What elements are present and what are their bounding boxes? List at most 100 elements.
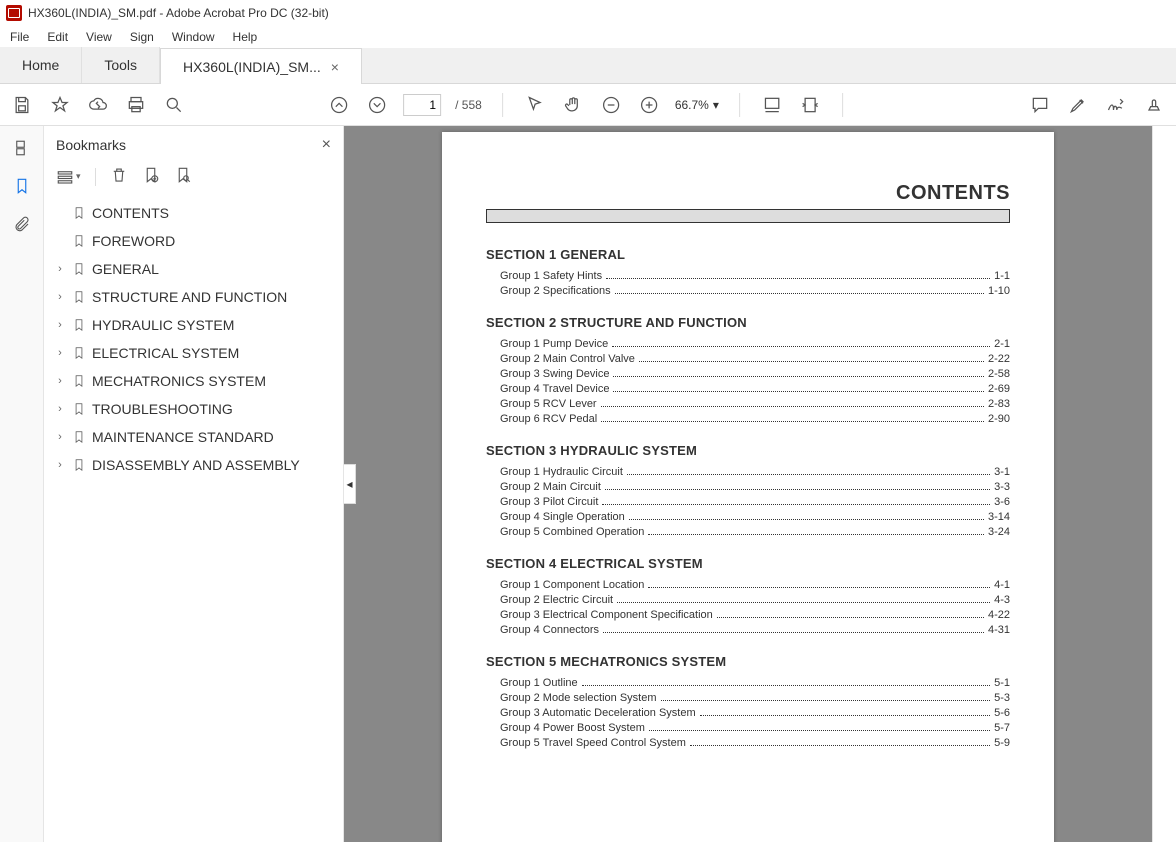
tab-close-icon[interactable]: × bbox=[331, 59, 339, 75]
toc-row: Group 2 Mode selection System5-3 bbox=[500, 692, 1010, 704]
toc-page: 4-22 bbox=[988, 609, 1010, 621]
sign-icon[interactable] bbox=[1104, 93, 1128, 117]
toc-row: Group 3 Swing Device2-58 bbox=[500, 368, 1010, 380]
find-bookmark-icon[interactable] bbox=[174, 166, 192, 187]
attachments-panel-icon[interactable] bbox=[12, 214, 32, 234]
expand-icon[interactable]: › bbox=[54, 263, 66, 275]
bookmark-item[interactable]: ›GENERAL bbox=[52, 255, 335, 283]
selection-tool-icon[interactable] bbox=[523, 93, 547, 117]
bookmark-item[interactable]: ›ELECTRICAL SYSTEM bbox=[52, 339, 335, 367]
thumbnails-panel-icon[interactable] bbox=[12, 138, 32, 158]
zoom-out-icon[interactable] bbox=[599, 93, 623, 117]
pdf-app-icon bbox=[6, 5, 22, 21]
bookmark-icon bbox=[72, 457, 86, 473]
toc-row: Group 4 Connectors4-31 bbox=[500, 624, 1010, 636]
toc-page: 1-10 bbox=[988, 285, 1010, 297]
toc-page: 5-9 bbox=[994, 737, 1010, 749]
page-number-input[interactable] bbox=[403, 94, 441, 116]
search-icon[interactable] bbox=[162, 93, 186, 117]
bookmark-icon bbox=[72, 289, 86, 305]
expand-icon[interactable]: › bbox=[54, 291, 66, 303]
bookmark-options-icon[interactable]: ▾ bbox=[56, 168, 81, 186]
fit-page-icon[interactable] bbox=[798, 93, 822, 117]
section-title: SECTION 4 ELECTRICAL SYSTEM bbox=[486, 556, 1010, 571]
page-up-icon[interactable] bbox=[327, 93, 351, 117]
bookmark-item[interactable]: CONTENTS bbox=[52, 199, 335, 227]
delete-bookmark-icon[interactable] bbox=[110, 166, 128, 187]
expand-icon[interactable]: › bbox=[54, 459, 66, 471]
expand-icon[interactable]: › bbox=[54, 319, 66, 331]
right-tools-strip[interactable] bbox=[1152, 126, 1176, 842]
toc-leader bbox=[629, 519, 984, 520]
tab-tools[interactable]: Tools bbox=[82, 47, 160, 83]
bookmark-icon bbox=[72, 345, 86, 361]
expand-icon[interactable]: › bbox=[54, 375, 66, 387]
document-view[interactable]: CONTENTS SECTION 1 GENERALGroup 1 Safety… bbox=[344, 126, 1152, 842]
bookmark-item[interactable]: ›HYDRAULIC SYSTEM bbox=[52, 311, 335, 339]
new-bookmark-icon[interactable] bbox=[142, 166, 160, 187]
bookmark-item[interactable]: ›DISASSEMBLY AND ASSEMBLY bbox=[52, 451, 335, 479]
toc-row: Group 5 Combined Operation3-24 bbox=[500, 526, 1010, 538]
left-rail bbox=[0, 126, 44, 842]
fit-width-icon[interactable] bbox=[760, 93, 784, 117]
toc-row: Group 2 Specifications1-10 bbox=[500, 285, 1010, 297]
expand-icon[interactable]: › bbox=[54, 403, 66, 415]
bookmark-item[interactable]: › MAINTENANCE STANDARD bbox=[52, 423, 335, 451]
expand-icon[interactable]: › bbox=[54, 347, 66, 359]
cloud-sync-icon[interactable] bbox=[86, 93, 110, 117]
toc-leader bbox=[648, 534, 984, 535]
toc-leader bbox=[612, 346, 990, 347]
menu-view[interactable]: View bbox=[86, 30, 112, 44]
chevron-down-icon: ▾ bbox=[713, 98, 719, 112]
doc-contents-bar bbox=[486, 209, 1010, 223]
tabbar: Home Tools HX360L(INDIA)_SM... × bbox=[0, 48, 1176, 84]
toc-row: Group 3 Automatic Deceleration System5-6 bbox=[500, 707, 1010, 719]
bookmark-item[interactable]: ›TROUBLESHOOTING bbox=[52, 395, 335, 423]
save-icon[interactable] bbox=[10, 93, 34, 117]
page-down-icon[interactable] bbox=[365, 93, 389, 117]
tab-home[interactable]: Home bbox=[0, 47, 82, 83]
toc-leader bbox=[700, 715, 990, 716]
comment-icon[interactable] bbox=[1028, 93, 1052, 117]
toc-page: 3-3 bbox=[994, 481, 1010, 493]
print-icon[interactable] bbox=[124, 93, 148, 117]
panel-collapse-handle[interactable]: ◂ bbox=[344, 464, 356, 504]
highlight-icon[interactable] bbox=[1066, 93, 1090, 117]
toc-leader bbox=[603, 632, 984, 633]
toc-row: Group 1 Component Location4-1 bbox=[500, 579, 1010, 591]
star-icon[interactable] bbox=[48, 93, 72, 117]
zoom-select[interactable]: 66.7%▾ bbox=[675, 98, 719, 112]
toc-label: Group 4 Power Boost System bbox=[500, 722, 645, 734]
menu-edit[interactable]: Edit bbox=[47, 30, 68, 44]
bookmark-label: MECHATRONICS SYSTEM bbox=[92, 373, 266, 389]
bookmarks-tree[interactable]: CONTENTSFOREWORD›GENERAL›STRUCTURE AND F… bbox=[44, 195, 343, 483]
menu-sign[interactable]: Sign bbox=[130, 30, 154, 44]
hand-tool-icon[interactable] bbox=[561, 93, 585, 117]
menubar: File Edit View Sign Window Help bbox=[0, 26, 1176, 48]
toc-leader bbox=[661, 700, 991, 701]
zoom-in-icon[interactable] bbox=[637, 93, 661, 117]
expand-icon[interactable]: › bbox=[54, 431, 66, 443]
bookmark-label: MAINTENANCE STANDARD bbox=[92, 429, 274, 445]
toc-row: Group 1 Hydraulic Circuit3-1 bbox=[500, 466, 1010, 478]
bookmark-label: STRUCTURE AND FUNCTION bbox=[92, 289, 287, 305]
doc-contents-title: CONTENTS bbox=[486, 182, 1010, 205]
stamp-icon[interactable] bbox=[1142, 93, 1166, 117]
toc-label: Group 1 Pump Device bbox=[500, 338, 608, 350]
bookmark-item[interactable]: FOREWORD bbox=[52, 227, 335, 255]
toc-page: 4-31 bbox=[988, 624, 1010, 636]
toc-row: Group 4 Single Operation3-14 bbox=[500, 511, 1010, 523]
toc-page: 2-83 bbox=[988, 398, 1010, 410]
toc-leader bbox=[690, 745, 990, 746]
bookmarks-panel-icon[interactable] bbox=[12, 176, 32, 196]
bookmark-icon bbox=[72, 233, 86, 249]
toc-leader bbox=[613, 391, 984, 392]
toc-label: Group 1 Safety Hints bbox=[500, 270, 602, 282]
bookmark-item[interactable]: › MECHATRONICS SYSTEM bbox=[52, 367, 335, 395]
tab-document[interactable]: HX360L(INDIA)_SM... × bbox=[160, 48, 362, 84]
menu-window[interactable]: Window bbox=[172, 30, 215, 44]
panel-close-icon[interactable]: × bbox=[322, 136, 331, 154]
bookmark-item[interactable]: › STRUCTURE AND FUNCTION bbox=[52, 283, 335, 311]
menu-file[interactable]: File bbox=[10, 30, 29, 44]
menu-help[interactable]: Help bbox=[233, 30, 258, 44]
